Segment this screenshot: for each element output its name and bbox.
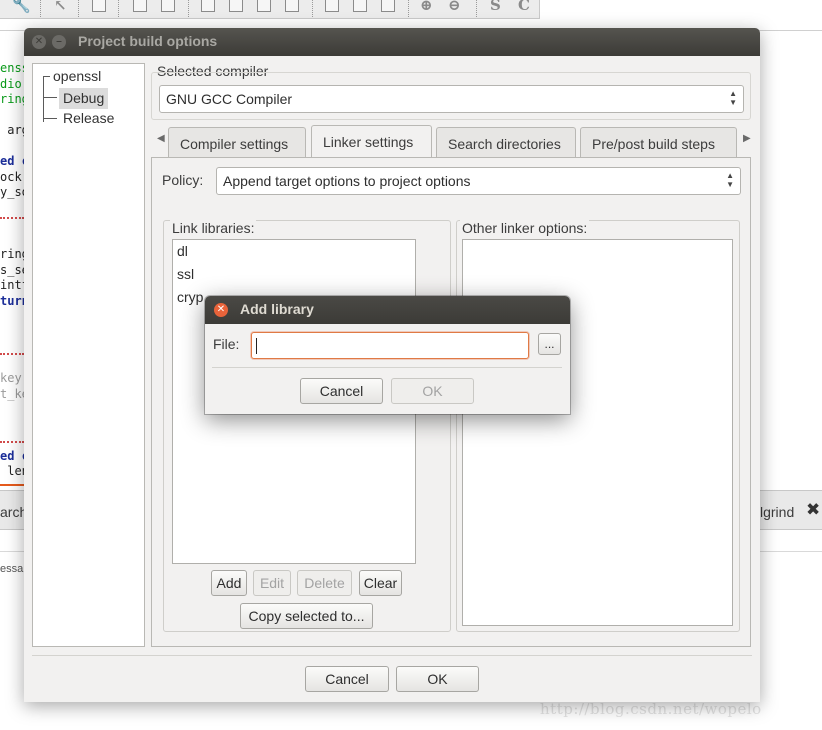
- combo-arrows-icon: ▲ ▼: [729, 89, 737, 107]
- cursor-icon[interactable]: ↖: [54, 0, 67, 14]
- list-item[interactable]: ssl: [177, 266, 194, 282]
- other-linker-options-label: Other linker options:: [460, 220, 590, 236]
- toolbar-separator: [476, 0, 477, 17]
- edit-button[interactable]: Edit: [253, 570, 291, 596]
- expand-icon[interactable]: [381, 0, 395, 12]
- block-icon[interactable]: [257, 0, 271, 12]
- expand-icon[interactable]: [325, 0, 339, 12]
- copy-selected-to-button[interactable]: Copy selected to...: [240, 603, 373, 629]
- tree-connector: [43, 76, 44, 122]
- tree-item-release[interactable]: Release: [63, 110, 114, 126]
- close-dialog-icon[interactable]: ✕: [214, 303, 228, 317]
- list-item[interactable]: cryp: [177, 289, 203, 305]
- minimize-window-icon[interactable]: –: [52, 35, 66, 49]
- toolbar-separator: [408, 0, 409, 17]
- zoom-in-icon[interactable]: ⊕: [420, 0, 433, 14]
- dialog-titlebar: ✕ – Project build options: [24, 28, 760, 56]
- add-library-ok-button[interactable]: OK: [391, 378, 474, 404]
- browse-button[interactable]: ...: [538, 333, 561, 355]
- file-label: File:: [213, 336, 240, 352]
- code-line: ock: [0, 169, 22, 184]
- window-icon[interactable]: [92, 0, 106, 12]
- log-column-message: essa: [0, 563, 24, 575]
- tab-compiler-settings[interactable]: Compiler settings: [168, 127, 306, 157]
- block-icon[interactable]: [285, 0, 299, 12]
- dialog-separator: [212, 367, 562, 368]
- close-window-icon[interactable]: ✕: [32, 35, 46, 49]
- editor-marker-line: [0, 484, 24, 486]
- tree-connector: [43, 97, 57, 98]
- ide-toolbar: 🔧 ↖ ⊕ ⊖ S C: [0, 0, 540, 19]
- spell-squiggle: [0, 352, 24, 355]
- zoom-out-icon[interactable]: ⊖: [448, 0, 461, 14]
- tab-scroll-left-icon[interactable]: ◀: [157, 133, 165, 144]
- s-glyph-icon[interactable]: S: [490, 0, 501, 14]
- expand-icon[interactable]: [353, 0, 367, 12]
- spell-squiggle: [0, 440, 24, 443]
- link-libraries-label: Link libraries:: [170, 220, 257, 236]
- toolbar-separator: [78, 0, 79, 17]
- add-library-title: Add library: [240, 301, 314, 317]
- block-icon[interactable]: [201, 0, 215, 12]
- tree-item-openssl[interactable]: openssl: [53, 68, 101, 84]
- policy-select[interactable]: Append target options to project options…: [216, 167, 741, 195]
- c-glyph-icon[interactable]: C: [518, 0, 530, 14]
- save-as-icon[interactable]: [161, 0, 175, 12]
- compiler-select[interactable]: GNU GCC Compiler ▲ ▼: [159, 85, 744, 113]
- file-input[interactable]: [251, 332, 529, 359]
- dialog-title: Project build options: [78, 33, 218, 49]
- list-item[interactable]: dl: [177, 243, 188, 259]
- code-line: key: [0, 371, 22, 385]
- tree-item-debug[interactable]: Debug: [59, 88, 109, 109]
- add-library-dialog: ✕ Add library File: ... Cancel OK: [205, 296, 570, 414]
- policy-label: Policy:: [162, 172, 204, 188]
- add-library-cancel-button[interactable]: Cancel: [300, 378, 383, 404]
- delete-button[interactable]: Delete: [297, 570, 352, 596]
- dialog-separator: [32, 655, 752, 656]
- watermark-text: http://blog.csdn.net/wopelo: [540, 700, 762, 718]
- cancel-button[interactable]: Cancel: [305, 666, 389, 692]
- toolbar-separator: [118, 0, 119, 17]
- save-icon[interactable]: [133, 0, 147, 12]
- log-tab-valgrind[interactable]: lgrind: [760, 504, 794, 520]
- close-tab-icon[interactable]: ✖: [806, 500, 820, 520]
- compiler-select-value: GNU GCC Compiler: [166, 91, 293, 107]
- tree-connector: [43, 118, 57, 119]
- clear-button[interactable]: Clear: [359, 570, 402, 596]
- policy-select-value: Append target options to project options: [223, 173, 471, 189]
- block-icon[interactable]: [229, 0, 243, 12]
- spell-squiggle: [0, 216, 24, 219]
- toolbar-separator: [40, 0, 41, 17]
- text-caret: [256, 338, 257, 354]
- wrench-icon[interactable]: 🔧: [12, 0, 31, 14]
- tab-pre-post-build-steps[interactable]: Pre/post build steps: [580, 127, 737, 157]
- build-target-tree: openssl Debug Release: [32, 63, 145, 647]
- ok-button[interactable]: OK: [396, 666, 479, 692]
- toolbar-separator: [188, 0, 189, 17]
- toolbar-separator: [312, 0, 313, 17]
- tab-linker-settings[interactable]: Linker settings: [311, 125, 432, 158]
- tree-connector: [43, 76, 50, 77]
- tab-search-directories[interactable]: Search directories: [436, 127, 576, 157]
- tab-scroll-right-icon[interactable]: ▶: [743, 133, 751, 144]
- add-library-titlebar: ✕ Add library: [205, 296, 570, 324]
- combo-arrows-icon: ▲ ▼: [726, 171, 734, 189]
- add-button[interactable]: Add: [211, 570, 247, 596]
